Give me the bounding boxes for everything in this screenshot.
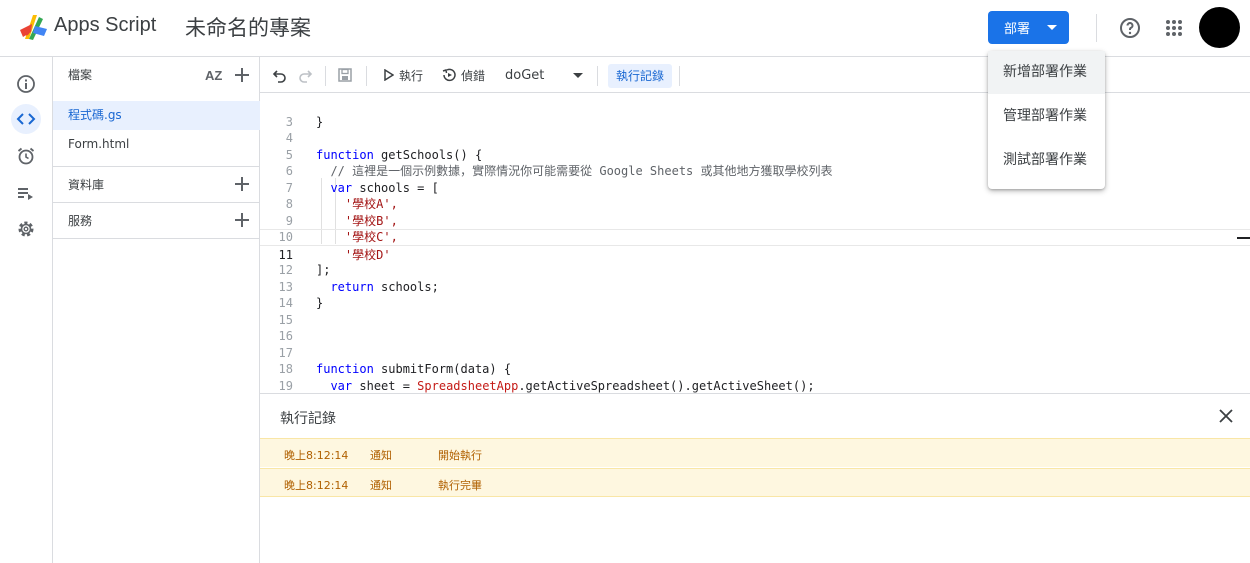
file-item-code-gs[interactable]: 程式碼.gs [53,101,260,130]
menu-item-new-deployment[interactable]: 新增部署作業 [988,51,1105,94]
debug-button[interactable]: 偵錯 [442,57,485,93]
code-line: 17 [260,328,1250,360]
info-icon [17,75,35,93]
chevron-down-icon[interactable] [573,73,583,78]
triggers-button[interactable] [11,141,41,171]
code-line: 10 '學校C', [260,213,1250,244]
menu-item-test-deployments[interactable]: 測試部署作業 [988,139,1105,182]
undo-icon [272,70,286,83]
app-title[interactable]: Apps Script [54,14,156,37]
code-line: 14} [260,279,1250,310]
code-line: 20 sheet.appendRow([data.lastName, data.… [260,378,1250,394]
log-row: 晚上8:12:14 通知 開始執行 [260,438,1250,467]
code-line: 15 [260,295,1250,327]
log-row: 晚上8:12:14 通知 執行完畢 [260,468,1250,497]
apps-script-logo-icon[interactable] [17,12,49,42]
settings-button[interactable] [11,214,41,244]
menu-item-label: 新增部署作業 [1003,64,1087,80]
code-line: 12]; [260,246,1250,277]
run-button[interactable]: 執行 [384,57,423,93]
log-message: 開始執行 [438,449,482,462]
services-label: 服務 [68,214,93,228]
deploy-button[interactable]: 部署 [988,11,1069,44]
menu-item-label: 測試部署作業 [1003,152,1087,168]
project-title[interactable]: 未命名的專案 [185,12,311,42]
toolbar-divider [1096,14,1097,42]
debug-icon [442,68,456,82]
deploy-menu: 新增部署作業 管理部署作業 測試部署作業 [988,51,1105,189]
alarm-clock-icon [17,147,35,165]
file-panel: 檔案 AZ 程式碼.gs Form.html 資料庫 服務 [53,57,260,563]
debug-label: 偵錯 [461,68,486,83]
code-line: 16 [260,312,1250,343]
log-level: 通知 [370,479,392,492]
execution-log-panel: 執行記錄 晚上8:12:14 通知 開始執行 晚上8:12:14 通知 執行完畢 [260,393,1250,563]
scrollbar-marker [1237,237,1250,239]
code-line: 9 '學校B', [260,196,1250,228]
redo-icon [299,70,313,83]
executions-button[interactable] [11,178,41,208]
sort-az-icon[interactable]: AZ [205,68,222,83]
code-line: 18 function submitForm(data) { [260,345,1250,376]
left-nav-rail [0,57,53,563]
function-select[interactable]: doGet [505,57,544,93]
deploy-button-label: 部署 [1004,22,1031,37]
libraries-label: 資料庫 [68,178,105,192]
log-time: 晚上8:12:14 [284,479,349,492]
redo-button[interactable] [297,57,313,93]
function-name: doGet [505,67,545,83]
overview-button[interactable] [11,69,41,99]
files-header-label: 檔案 [68,68,93,82]
log-time: 晚上8:12:14 [284,449,349,462]
toolbar-divider [597,66,598,86]
code-line: 13 return schools; [260,262,1250,294]
file-item-form-html[interactable]: Form.html [53,130,260,159]
execution-log-button[interactable]: 執行記錄 [608,64,673,88]
apps-grid-icon[interactable] [1163,17,1185,39]
toolbar-divider [366,66,367,86]
services-section[interactable]: 服務 [53,203,260,239]
toolbar-divider [325,66,326,86]
add-service-plus-icon[interactable] [235,213,249,227]
toolbar-divider [679,66,680,86]
save-button[interactable] [337,57,353,93]
run-label: 執行 [399,68,424,83]
help-circle-icon[interactable] [1118,16,1142,40]
close-icon[interactable] [1218,408,1234,424]
add-library-plus-icon[interactable] [235,177,249,191]
log-level: 通知 [370,449,392,462]
chevron-down-icon [1047,25,1057,30]
file-name: 程式碼.gs [68,108,122,122]
top-bar: Apps Script 未命名的專案 部署 [0,0,1250,57]
executions-icon [18,188,33,200]
add-file-plus-icon[interactable] [235,68,249,82]
libraries-section[interactable]: 資料庫 [53,167,260,203]
menu-item-manage-deployments[interactable]: 管理部署作業 [988,95,1105,138]
save-icon [338,68,352,82]
files-header: 檔案 [53,57,260,93]
editor-button[interactable] [11,104,41,134]
code-icon [16,113,36,125]
code-line: 19 var sheet = SpreadsheetApp.getActiveS… [260,361,1250,393]
menu-item-label: 管理部署作業 [1003,108,1087,124]
settings-gear-icon [18,221,34,237]
log-message: 執行完畢 [438,479,482,492]
log-panel-title: 執行記錄 [280,411,336,427]
avatar[interactable] [1199,7,1240,48]
file-name: Form.html [68,137,130,151]
code-line-current: 11 '學校D' [260,229,1250,262]
play-icon [384,69,394,81]
divider [53,238,260,239]
undo-button[interactable] [272,57,288,93]
